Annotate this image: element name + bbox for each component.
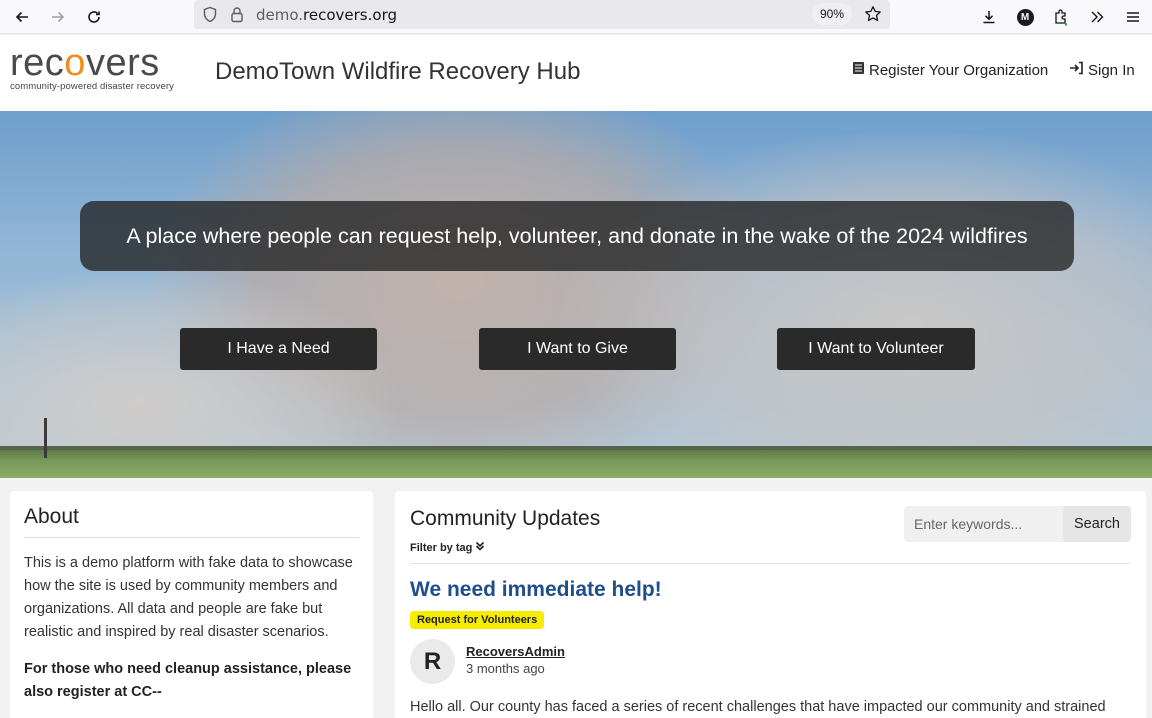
community-updates-panel: Community Updates Filter by tag Search W… (395, 491, 1146, 718)
address-bar[interactable]: demo.recovers.org 90% (194, 0, 890, 29)
sign-in-arrow-icon (1069, 61, 1084, 79)
forward-arrow-icon[interactable] (45, 4, 71, 30)
post-author-link[interactable]: RecoversAdmin (466, 644, 565, 659)
url-domain: recovers.org (303, 6, 397, 24)
sign-in-link[interactable]: Sign In (1069, 61, 1135, 79)
recovers-logo[interactable]: recovers community-powered disaster reco… (10, 43, 174, 92)
i-want-to-give-button[interactable]: I Want to Give (479, 328, 676, 370)
community-updates-title: Community Updates (410, 507, 601, 530)
keyword-search-input[interactable] (904, 506, 1063, 542)
filter-by-tag-toggle[interactable]: Filter by tag (410, 541, 485, 554)
logo-word-start: rec (10, 42, 65, 84)
post-tag-badge[interactable]: Request for Volunteers (410, 611, 545, 629)
register-organization-link[interactable]: Register Your Organization (852, 61, 1048, 79)
overflow-chevrons-icon[interactable] (1084, 4, 1110, 30)
shield-icon[interactable] (202, 6, 218, 23)
hero-utility-pole (44, 418, 47, 458)
hero-ground (0, 450, 1152, 478)
about-description: This is a demo platform with fake data t… (24, 555, 353, 640)
site-header: recovers community-powered disaster reco… (0, 35, 1152, 111)
post-title-link[interactable]: We need immediate help! (410, 578, 662, 602)
register-list-icon (852, 61, 865, 79)
filter-label: Filter by tag (410, 541, 473, 554)
post-body-text: Hello all. Our county has faced a series… (410, 699, 1106, 715)
bookmark-star-icon[interactable] (864, 5, 882, 23)
url-prefix: demo. (256, 6, 304, 24)
sign-in-label: Sign In (1088, 61, 1135, 79)
search-button[interactable]: Search (1063, 506, 1131, 542)
about-panel: About This is a demo platform with fake … (10, 491, 373, 718)
double-chevron-down-icon (475, 541, 485, 554)
browser-toolbar: demo.recovers.org 90% M (0, 0, 1152, 34)
back-arrow-icon[interactable] (9, 4, 35, 30)
url-text[interactable]: demo.recovers.org (256, 6, 397, 24)
hero-banner: A place where people can request help, v… (0, 111, 1152, 478)
site-title[interactable]: DemoTown Wildfire Recovery Hub (215, 58, 580, 86)
extensions-puzzle-icon[interactable] (1048, 4, 1074, 30)
lock-icon[interactable] (230, 6, 244, 23)
updates-divider (410, 563, 1131, 564)
reload-icon[interactable] (81, 4, 107, 30)
i-want-to-volunteer-button[interactable]: I Want to Volunteer (777, 328, 975, 370)
i-have-a-need-button[interactable]: I Have a Need (180, 328, 377, 370)
hamburger-menu-icon[interactable] (1120, 4, 1146, 30)
register-label: Register Your Organization (869, 61, 1049, 79)
hero-tagline: A place where people can request help, v… (80, 201, 1074, 271)
account-initial: M (1016, 8, 1034, 26)
zoom-level-badge[interactable]: 90% (812, 3, 853, 25)
author-avatar: R (410, 639, 455, 684)
post-timestamp: 3 months ago (466, 661, 545, 676)
about-cleanup-note: For those who need cleanup assistance, p… (24, 661, 352, 700)
logo-word-end: vers (85, 42, 160, 84)
logo-wordmark: recovers (10, 43, 174, 83)
logo-word-o: o (64, 42, 86, 84)
download-icon[interactable] (976, 4, 1002, 30)
account-avatar-icon[interactable]: M (1012, 4, 1038, 30)
logo-tagline: community-powered disaster recovery (10, 81, 175, 92)
about-title: About (24, 505, 359, 538)
